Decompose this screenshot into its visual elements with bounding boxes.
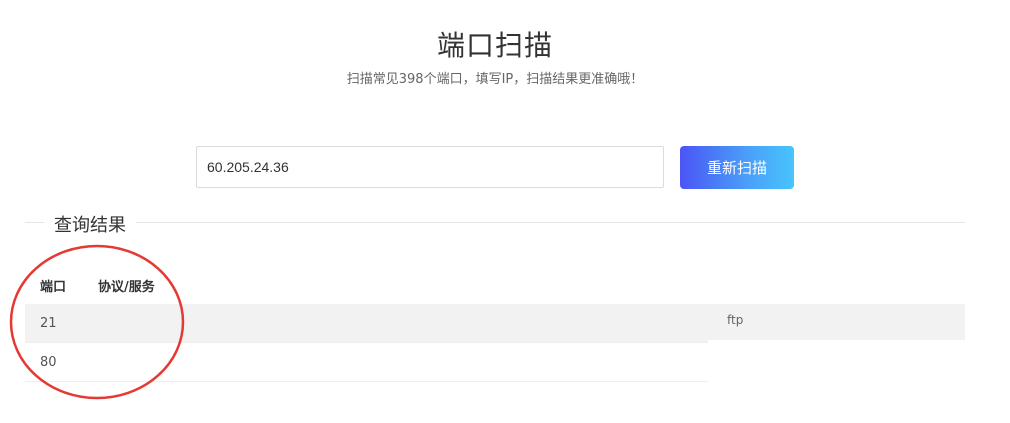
cell-port: 80 xyxy=(40,354,57,370)
cell-service: ftp xyxy=(727,313,744,327)
ip-input[interactable] xyxy=(196,146,664,188)
cover-patch xyxy=(708,340,968,423)
table-header: 端口 协议/服务 xyxy=(25,266,965,304)
section-divider xyxy=(25,222,965,223)
results-section-title: 查询结果 xyxy=(44,211,136,237)
column-header-service: 协议/服务 xyxy=(98,279,155,295)
column-header-port: 端口 xyxy=(40,279,67,295)
cell-port: 21 xyxy=(40,315,57,331)
table-row: 21 ftp xyxy=(25,304,965,343)
page-subtitle: 扫描常见398个端口，填写IP，扫描结果更准确哦！ xyxy=(346,72,644,87)
page-title: 端口扫描 xyxy=(436,29,553,62)
rescan-button[interactable]: 重新扫描 xyxy=(680,146,794,189)
port-scan-page: 端口扫描 扫描常见398个端口，填写IP，扫描结果更准确哦！ 重新扫描 查询结果… xyxy=(0,0,1010,423)
